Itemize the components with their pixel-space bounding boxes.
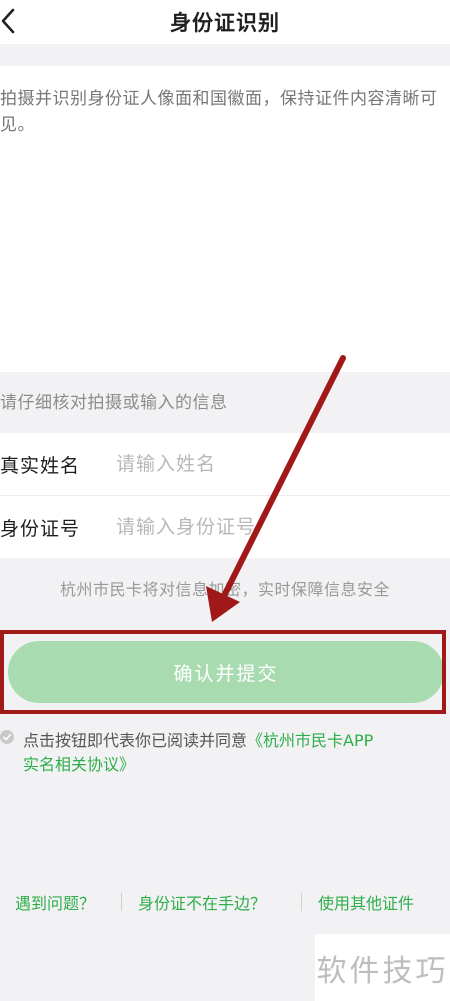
footer-separator: [301, 893, 302, 911]
agreement-link-continued[interactable]: 实名相关协议》: [23, 751, 135, 775]
verify-tip: 请仔细核对拍摄或输入的信息: [0, 393, 228, 413]
security-note: 杭州市民卡将对信息加密，实时保障信息安全: [59, 580, 390, 599]
annotation-highlight-box: [0, 630, 446, 714]
header-bar: 身份证识别: [0, 0, 450, 44]
upload-hint: 拍摄并识别身份证人像面和国徽面，保持证件内容清晰可见。: [0, 89, 438, 135]
help-link[interactable]: 遇到问题？: [15, 890, 95, 914]
agreement-text: 点击按钮即代表你已阅读并同意《杭州市民卡APP: [23, 727, 373, 751]
check-circle-icon[interactable]: [0, 730, 14, 744]
id-number-row: 身份证号: [0, 496, 450, 558]
id-not-at-hand-link[interactable]: 身份证不在手边？: [138, 890, 266, 914]
back-button[interactable]: [0, 4, 24, 38]
footer-links: 遇到问题？ 身份证不在手边？ 使用其他证件: [0, 890, 450, 914]
watermark: 软件技巧: [315, 934, 450, 1001]
id-photo-upload-area[interactable]: 拍摄并识别身份证人像面和国徽面，保持证件内容清晰可见。: [0, 66, 450, 372]
name-label: 真实姓名: [0, 454, 81, 477]
footer-separator: [121, 893, 122, 911]
agreement-link[interactable]: 《杭州市民卡APP: [247, 731, 373, 750]
id-number-input[interactable]: [114, 515, 438, 539]
other-documents-link[interactable]: 使用其他证件: [318, 890, 414, 914]
name-row: 真实姓名: [0, 433, 450, 495]
chevron-left-icon: [1, 8, 15, 34]
page-title: 身份证识别: [170, 11, 280, 35]
agreement-prefix: 点击按钮即代表你已阅读并同意: [23, 731, 248, 750]
id-info-form: 真实姓名 身份证号: [0, 433, 450, 558]
name-input[interactable]: [114, 452, 438, 476]
id-number-label: 身份证号: [0, 517, 81, 540]
